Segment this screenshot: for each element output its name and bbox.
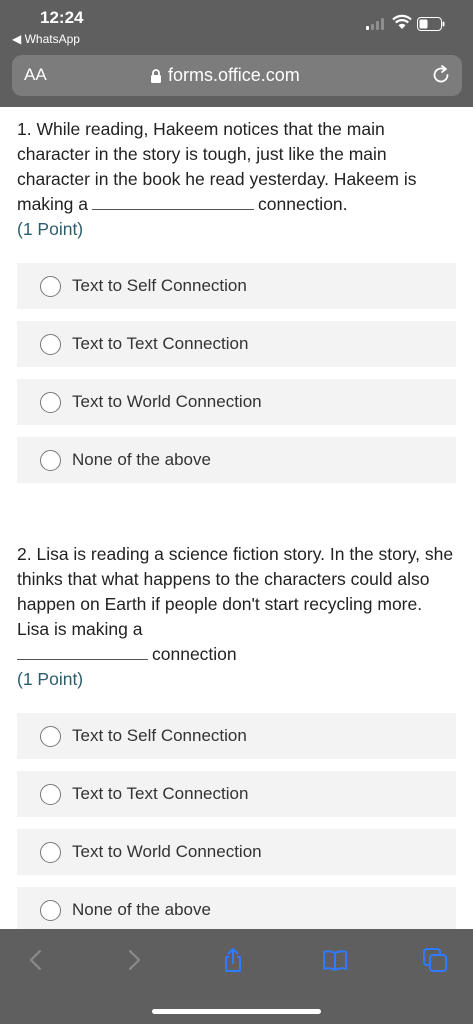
reload-icon[interactable] [430,64,452,86]
option-label: Text to Text Connection [72,784,249,803]
q1-option-none[interactable]: None of the above [17,437,456,483]
text-size-button[interactable]: AA [24,65,47,85]
radio-button[interactable] [40,449,61,471]
question-1-points: (1 Point) [17,219,84,239]
question-1-blank [92,209,255,210]
back-app-label: WhatsApp [24,32,80,46]
browser-chrome: 12:24 ◀ WhatsApp AA forms.office.com [0,0,473,107]
question-1: 1. While reading, Hakeem notices that th… [17,117,457,242]
url-text: forms.office.com [168,65,300,85]
lock-icon [151,68,161,83]
question-1-text-after-blank: connection. [258,194,348,214]
battery-icon [417,17,445,31]
option-label: Text to Self Connection [72,726,247,745]
back-arrow-icon[interactable] [24,947,50,973]
radio-button[interactable] [40,899,61,921]
q2-option-text-to-self[interactable]: Text to Self Connection [17,713,456,759]
q2-option-none[interactable]: None of the above [17,887,456,929]
question-2-points: (1 Point) [17,669,84,689]
wifi-icon [392,14,412,29]
bookmarks-icon[interactable] [322,947,348,973]
radio-button[interactable] [40,275,61,297]
share-icon[interactable] [220,947,246,973]
question-2-text-after-blank: connection [152,644,237,664]
q1-option-text-to-world[interactable]: Text to World Connection [17,379,456,425]
option-label: Text to Text Connection [72,334,249,353]
status-time: 12:24 [40,8,84,27]
question-2: 2. Lisa is reading a science fiction sto… [17,542,457,692]
option-label: None of the above [72,450,211,469]
question-2-text-before-blank: 2. Lisa is reading a science fiction sto… [17,544,454,639]
option-label: Text to World Connection [72,392,262,411]
option-label: None of the above [72,900,211,919]
question-1-text: 1. While reading, Hakeem notices that th… [17,117,457,217]
question-2-text: 2. Lisa is reading a science fiction sto… [17,542,457,667]
radio-button[interactable] [40,783,61,805]
url-display[interactable]: forms.office.com [150,65,300,86]
forward-arrow-icon[interactable] [120,947,146,973]
question-1-text-before-blank: 1. While reading, Hakeem notices that th… [17,119,417,214]
tabs-icon[interactable] [422,947,448,973]
radio-button[interactable] [40,333,61,355]
question-2-blank [17,659,148,660]
text-size-label: AA [24,65,47,84]
back-to-app-link[interactable]: ◀ WhatsApp [12,32,80,46]
home-indicator[interactable] [152,1009,321,1014]
option-label: Text to World Connection [72,842,262,861]
q1-option-text-to-self[interactable]: Text to Self Connection [17,263,456,309]
q1-option-text-to-text[interactable]: Text to Text Connection [17,321,456,367]
radio-button[interactable] [40,391,61,413]
q2-option-text-to-world[interactable]: Text to World Connection [17,829,456,875]
radio-button[interactable] [40,841,61,863]
option-label: Text to Self Connection [72,276,247,295]
form-content[interactable]: 1. While reading, Hakeem notices that th… [0,107,473,929]
address-bar[interactable]: AA forms.office.com [12,55,462,96]
back-triangle-icon: ◀ [12,32,22,46]
q2-option-text-to-text[interactable]: Text to Text Connection [17,771,456,817]
cellular-signal-icon [366,18,386,30]
radio-button[interactable] [40,725,61,747]
